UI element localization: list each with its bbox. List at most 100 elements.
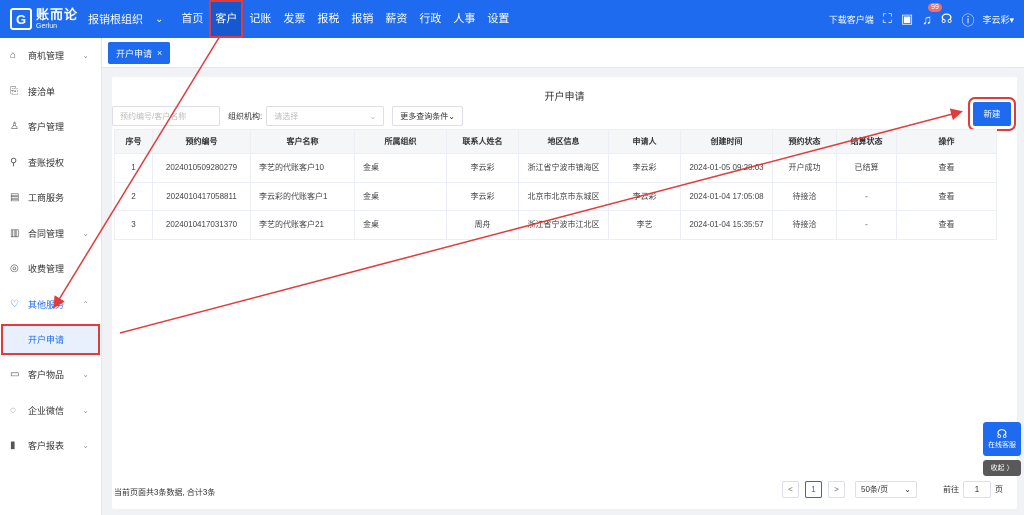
sidebar-item-fees[interactable]: ◎ 收费管理	[0, 251, 101, 287]
page-size-select[interactable]: 50条/页 ⌄	[855, 481, 917, 498]
sidebar-item-other-services[interactable]: ♡ 其他服务 ⌃	[0, 287, 101, 323]
nav-reimburse[interactable]: 报销	[345, 0, 379, 38]
sidebar-item-customer-items[interactable]: ▭ 客户物品 ⌄	[0, 357, 101, 393]
col-header: 所属组织	[354, 129, 447, 154]
table-row: 3 2024010417031370 李艺的代账客户21 金桌 周舟 浙江省宁波…	[114, 210, 997, 240]
table-row: 1 2024010509280279 李艺的代账客户10 金桌 李云彩 浙江省宁…	[114, 153, 997, 183]
nav-settings[interactable]: 设置	[481, 0, 515, 38]
cell-applicant: 李艺	[608, 210, 681, 240]
sidebar-item-opportunity[interactable]: ⌂ 商机管理 ⌄	[0, 38, 101, 74]
sidebar-item-business-service[interactable]: ▤ 工商服务	[0, 180, 101, 216]
view-link[interactable]: 查看	[896, 181, 997, 211]
col-header: 预约状态	[772, 129, 837, 154]
nav-customer[interactable]: 客户	[209, 0, 244, 38]
pagination: < 1 > 50条/页 ⌄ 前往 1 页	[776, 481, 1003, 498]
nav-hr[interactable]: 人事	[447, 0, 481, 38]
online-service-button[interactable]: ☊ 在线客服	[983, 422, 1021, 456]
notification-badge: 99	[928, 2, 942, 12]
nav-tax[interactable]: 报税	[311, 0, 345, 38]
headset-icon[interactable]: ☊	[941, 11, 953, 27]
clipboard-icon[interactable]: ▣	[901, 11, 913, 27]
money-icon: ◎	[10, 263, 19, 275]
page-number-current[interactable]: 1	[805, 481, 822, 498]
col-header: 操作	[896, 129, 997, 154]
sidebar-item-label: 查账授权	[28, 157, 65, 168]
org-select-placeholder: 请选择	[274, 111, 299, 121]
user-menu[interactable]: 李云彩▾	[982, 13, 1014, 26]
sidebar-item-wecom[interactable]: ◌ 企业微信 ⌄	[0, 393, 101, 429]
nav-admin[interactable]: 行政	[413, 0, 447, 38]
cell-org: 金桌	[354, 181, 447, 211]
col-header: 序号	[114, 129, 153, 154]
chevron-up-icon: ⌃	[82, 299, 89, 309]
prev-page-button[interactable]: <	[782, 481, 799, 498]
sidebar-item-reports[interactable]: ▮ 客户报表 ⌄	[0, 428, 101, 464]
collapse-button[interactable]: 收起 〉	[983, 460, 1021, 476]
cell-contact: 周舟	[446, 210, 519, 240]
cell-created: 2024-01-04 17:05:08	[680, 181, 773, 211]
next-page-button[interactable]: >	[828, 481, 845, 498]
col-header: 预约编号	[152, 129, 251, 154]
cell-booking-status: 开户成功	[772, 153, 837, 183]
nav-bookkeeping[interactable]: 记账	[243, 0, 277, 38]
sidebar-item-audit-auth[interactable]: ⚲ 查账授权	[0, 145, 101, 181]
top-right-tools: 下载客户端 ⛶ ▣ ♫ 99 ☊ ⓘ 李云彩▾	[829, 0, 1014, 38]
tab-label: 开户申请	[116, 48, 153, 59]
goto-label: 前往	[943, 485, 959, 494]
cell-index: 3	[114, 210, 153, 240]
cell-booking-status: 待接洽	[772, 210, 837, 240]
bell-icon[interactable]: ♫ 99	[922, 2, 942, 27]
chevron-down-icon: ⌄	[82, 405, 89, 415]
org-select[interactable]: 请选择 ⌄	[266, 106, 385, 126]
col-header: 申请人	[608, 129, 681, 154]
sidebar-item-label: 收费管理	[28, 264, 65, 275]
cell-org: 金桌	[354, 210, 447, 240]
page-tab-bar: 开户申请 ×	[102, 38, 1024, 68]
close-icon[interactable]: ×	[157, 48, 162, 58]
cell-customer: 李艺的代账客户21	[250, 210, 355, 240]
help-icon[interactable]: ⓘ	[961, 10, 974, 29]
chevron-down-icon: ⌄	[904, 485, 911, 494]
sidebar-item-contracts[interactable]: ▥ 合同管理 ⌄	[0, 216, 101, 252]
logo-text: 账而论 Gerlun	[36, 8, 78, 30]
new-button[interactable]: 新建	[968, 97, 1016, 131]
cell-settle-status: -	[836, 210, 897, 240]
col-header: 结算状态	[836, 129, 897, 154]
tab-account-opening[interactable]: 开户申请 ×	[108, 42, 171, 64]
logo-mark-icon: G	[10, 8, 32, 30]
search-user-icon: ⚲	[10, 156, 18, 168]
sidebar-item-customers[interactable]: ♙ 客户管理	[0, 109, 101, 145]
cell-contact: 李云彩	[446, 153, 519, 183]
cell-settle-status: -	[836, 181, 897, 211]
chevron-down-icon[interactable]: ⌄	[155, 14, 163, 25]
nav-payroll[interactable]: 薪资	[379, 0, 413, 38]
cell-index: 1	[114, 153, 153, 183]
view-link[interactable]: 查看	[896, 153, 997, 183]
nav-home[interactable]: 首页	[175, 0, 209, 38]
page-unit-label: 页	[995, 485, 1003, 494]
org-switcher[interactable]: 报销根组织	[88, 11, 143, 27]
table-header-row: 序号 预约编号 客户名称 所属组织 联系人姓名 地区信息 申请人 创建时间 预约…	[114, 129, 997, 154]
sidebar: ⌂ 商机管理 ⌄ ⎘ 接洽单 ♙ 客户管理 ⚲ 查账授权 ▤ 工商服务 ▥ 合同…	[0, 38, 102, 515]
sidebar-subitem-account-opening[interactable]: 开户申请	[1, 324, 100, 355]
search-input[interactable]: 预约编号/客户名称	[112, 106, 220, 126]
main-panel: 开户申请 预约编号/客户名称 组织机构: 请选择 ⌄ 更多查询条件⌄ 新建 序号…	[112, 77, 1017, 509]
filter-bar: 预约编号/客户名称 组织机构: 请选择 ⌄ 更多查询条件⌄	[112, 106, 463, 126]
goto-page-input[interactable]: 1	[963, 481, 991, 498]
page-title: 开户申请	[544, 92, 585, 103]
scan-icon[interactable]: ⛶	[883, 11, 892, 27]
org-filter-label: 组织机构:	[228, 111, 263, 121]
view-link[interactable]: 查看	[896, 210, 997, 240]
sidebar-item-contact-form[interactable]: ⎘ 接洽单	[0, 74, 101, 110]
table-summary: 当前页面共3条数据, 合计3条	[114, 488, 216, 497]
chevron-down-icon: ⌄	[82, 51, 89, 61]
more-filters-button[interactable]: 更多查询条件⌄	[392, 106, 463, 126]
page-size-value: 50条/页	[861, 485, 889, 494]
brand-name-en: Gerlun	[36, 23, 58, 30]
download-client-link[interactable]: 下载客户端	[829, 13, 874, 26]
nav-invoice[interactable]: 发票	[277, 0, 311, 38]
chevron-down-icon: ⌄	[82, 370, 89, 380]
table-row: 2 2024010417058811 李云彩的代账客户1 金桌 李云彩 北京市北…	[114, 181, 997, 211]
cell-booking-no: 2024010417058811	[152, 181, 251, 211]
brand-logo[interactable]: G 账而论 Gerlun	[0, 8, 80, 30]
